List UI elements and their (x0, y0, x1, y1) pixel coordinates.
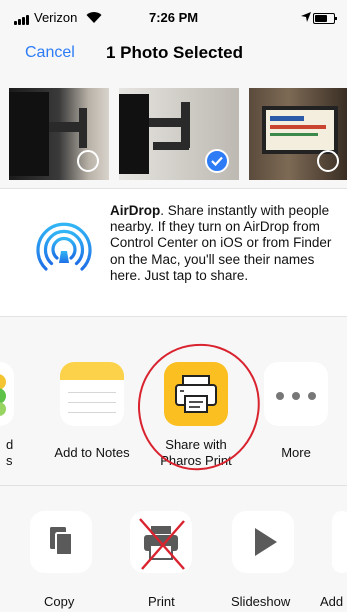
airdrop-description: AirDrop. Share instantly with people nea… (110, 203, 340, 284)
copy-action-icon[interactable] (30, 511, 92, 573)
clock: 7:26 PM (149, 10, 199, 25)
battery-icon (313, 13, 337, 24)
partial-app-icon[interactable] (0, 362, 14, 426)
more-apps-icon[interactable] (264, 362, 328, 426)
notes-app-icon[interactable] (60, 362, 124, 426)
location-arrow-icon (301, 12, 311, 22)
partial-action-label[interactable]: Add (320, 594, 343, 609)
photo-thumbnail-3[interactable] (249, 88, 347, 180)
copy-label[interactable]: Copy (44, 594, 74, 609)
slideshow-label[interactable]: Slideshow (231, 594, 290, 609)
photo-thumbnail-1[interactable] (9, 88, 109, 180)
add-to-notes-label[interactable]: Add to Notes (44, 445, 140, 461)
carrier-label: Verizon (34, 10, 78, 25)
selection-circle-icon[interactable] (77, 150, 99, 172)
wifi-icon (86, 12, 102, 23)
slideshow-action-icon[interactable] (232, 511, 294, 573)
partial-app-label-line2: s (6, 453, 13, 468)
partial-app-label-line1: d (6, 437, 14, 452)
airdrop-title: AirDrop (110, 203, 161, 218)
signal-icon (14, 15, 34, 25)
more-label[interactable]: More (264, 445, 328, 461)
print-action-icon[interactable] (130, 511, 192, 573)
airdrop-icon[interactable] (32, 219, 96, 283)
partial-action-icon[interactable] (332, 511, 347, 573)
page-title: 1 Photo Selected (106, 43, 243, 62)
selected-checkmark-icon[interactable] (205, 149, 229, 173)
selection-circle-icon[interactable] (317, 150, 339, 172)
cancel-button[interactable]: Cancel (25, 44, 75, 62)
photo-thumbnail-2[interactable] (119, 88, 239, 180)
print-label[interactable]: Print (148, 594, 175, 609)
